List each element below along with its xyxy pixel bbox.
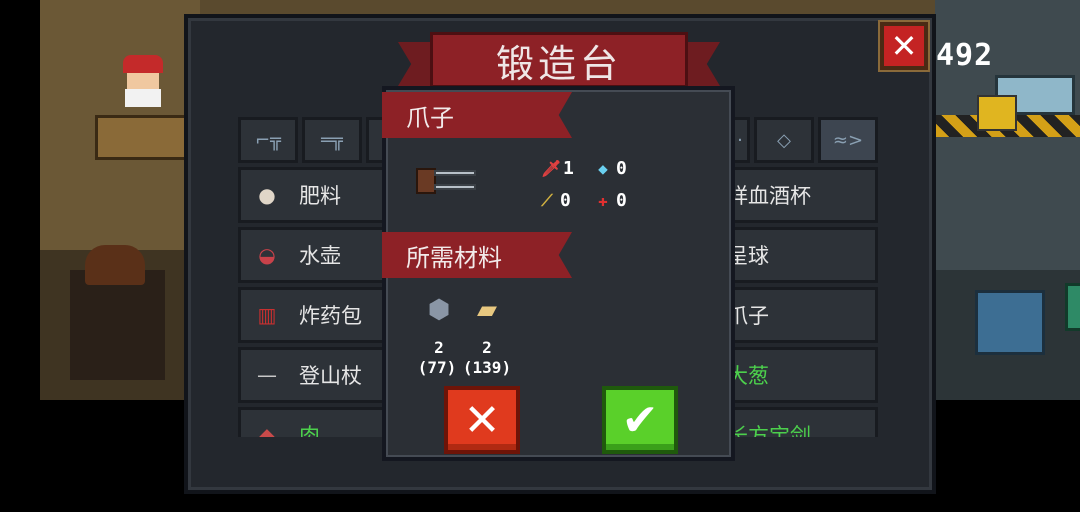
display-stand xyxy=(70,245,165,380)
santa-hat-sprite xyxy=(123,55,163,73)
list-cell-left: ◆ 肉 xyxy=(249,410,320,437)
list-cell-left: ▥ 炸药包 xyxy=(249,290,362,340)
list-cell-right: 长方宝剑 xyxy=(727,410,811,437)
crit-stat: ⟋ 0 xyxy=(538,190,571,211)
item-name: 祥血酒杯 xyxy=(727,184,811,208)
tab-fish[interactable]: ≈> xyxy=(818,117,878,163)
wood-icon: ▰ xyxy=(477,295,497,325)
santa-beard-sprite xyxy=(125,89,161,107)
wood-owned: (139) xyxy=(462,358,512,377)
item-name: 炸药包 xyxy=(299,304,362,328)
antler-ornament xyxy=(85,245,145,285)
santa-npc xyxy=(115,55,171,115)
hiking-pole-icon: — xyxy=(257,363,277,387)
ore-required: 2 xyxy=(434,338,444,357)
claw-item-icon xyxy=(416,164,482,198)
forge-title-banner: 锻造台 xyxy=(398,32,720,88)
list-cell-left: ● 肥料 xyxy=(249,170,341,220)
sword-icon: 🗡 xyxy=(541,159,562,178)
ore-owned: (77) xyxy=(417,358,457,377)
coin-counter: 492 xyxy=(936,38,994,73)
ore-icon: ⬢ xyxy=(427,295,451,325)
forge-title: 锻造台 xyxy=(495,41,622,86)
item-title: 爪子 xyxy=(406,103,454,132)
wood-required: 2 xyxy=(482,338,492,357)
fertilizer-bag-icon: ● xyxy=(258,183,276,207)
tab-rifle[interactable]: ═╦ xyxy=(302,117,362,163)
close-icon: ✕ xyxy=(890,27,918,65)
checkmark-icon: ✔ xyxy=(621,394,659,446)
meat-icon: ◆ xyxy=(259,423,275,437)
claw-prong-sprite xyxy=(434,170,476,176)
list-cell-left: — 登山杖 xyxy=(249,350,362,400)
green-chest[interactable] xyxy=(1065,283,1080,331)
accuracy-stat: ✚ 0 xyxy=(594,190,627,211)
close-icon: ✕ xyxy=(463,394,501,446)
list-cell-right: 祥血酒杯 xyxy=(727,170,811,220)
materials-title: 所需材料 xyxy=(406,243,502,272)
pistol-icon: ⌐╦ xyxy=(255,129,281,151)
item-name: 水壶 xyxy=(299,244,341,268)
banner-center: 锻造台 xyxy=(430,32,688,88)
item-title-ribbon: 爪子 xyxy=(382,92,572,138)
dynamite-icon: ▥ xyxy=(257,303,277,327)
diamond-value: 0 xyxy=(616,158,627,179)
claw-base-sprite xyxy=(416,168,436,194)
fish-icon: ≈> xyxy=(832,129,864,151)
close-forge-button[interactable]: ✕ xyxy=(878,20,930,72)
diamond-stat: ◆ 0 xyxy=(594,158,627,179)
cancel-button[interactable]: ✕ xyxy=(444,386,520,454)
confirm-button[interactable]: ✔ xyxy=(602,386,678,454)
item-name: 肥料 xyxy=(299,184,341,208)
warning-sign xyxy=(977,95,1017,131)
tab-crosshair[interactable]: ◇ xyxy=(754,117,814,163)
tab-pistol[interactable]: ⌐╦ xyxy=(238,117,298,163)
crosshair-icon: ◇ xyxy=(777,129,791,151)
attack-stat: 🗡 1 xyxy=(541,158,574,179)
counter-desk xyxy=(95,115,190,160)
item-name: 长方宝剑 xyxy=(727,424,811,437)
rifle-icon: ═╦ xyxy=(321,129,343,151)
accuracy-value: 0 xyxy=(616,190,627,211)
crit-value: 0 xyxy=(560,190,571,211)
kettle-icon: ◒ xyxy=(258,243,276,267)
claw-prong-sprite xyxy=(434,184,476,190)
partial-tab-icon: · xyxy=(737,129,743,151)
blade-icon: ⟋ xyxy=(541,190,553,210)
console-prop xyxy=(975,290,1045,355)
crosshair-icon: ✚ xyxy=(598,191,608,210)
materials-title-ribbon: 所需材料 xyxy=(382,232,572,278)
item-name: 肉 xyxy=(299,424,320,437)
item-name: 登山杖 xyxy=(299,364,362,388)
list-cell-left: ◒ 水壶 xyxy=(249,230,341,280)
attack-value: 1 xyxy=(563,158,574,179)
craft-popup: 爪子 🗡 1 ◆ 0 ⟋ 0 ✚ 0 所需材料 ⬢ ▰ 2 (77) 2 (13… xyxy=(382,86,735,461)
diamond-icon: ◆ xyxy=(598,159,608,178)
